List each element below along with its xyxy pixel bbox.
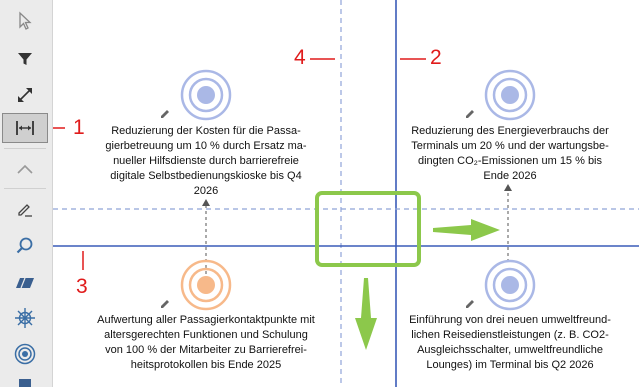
connector-right-arrowhead: [504, 184, 512, 191]
node-text-line: digitale Selbstbedienungskioske bis Q4: [110, 170, 302, 182]
left-toolbar: [0, 0, 53, 387]
node-top-right[interactable]: Reduzierung des Energieverbrauchs der Te…: [385, 124, 635, 184]
toolbar-divider: [4, 148, 46, 149]
pencil-icon: [161, 300, 169, 308]
node-text-line: Ausgleichsschalter, umweltfreundliche: [417, 344, 603, 356]
target-icon[interactable]: [2, 339, 48, 369]
callout-number-3: 3: [76, 275, 88, 298]
pencil-icon: [466, 110, 474, 118]
pencil-line-icon[interactable]: [2, 194, 48, 224]
node-text-line: Aufwertung aller Passagierkontaktpunkte …: [97, 314, 315, 326]
highlight-box: [315, 191, 421, 267]
node-text-line: von 100 % der Mitarbeiter zu Barrierefre…: [105, 344, 307, 356]
node-text-line: 2026: [193, 185, 219, 197]
highlight-arrow-down: [355, 278, 377, 350]
distribute-horizontal-icon[interactable]: [2, 113, 48, 143]
diagram-canvas[interactable]: 1 2 3 4 Reduzierung der Kosten für die P…: [53, 0, 639, 387]
callout-number-2: 2: [430, 46, 442, 69]
node-text-line: Terminals um 20 % und der wartungsbe-: [411, 140, 609, 152]
magnifier-icon[interactable]: [2, 231, 48, 261]
pencil-icon: [161, 110, 169, 118]
target-top-left: [180, 69, 232, 121]
diagonal-arrows-icon[interactable]: [2, 80, 48, 110]
document-icon[interactable]: [2, 375, 48, 387]
chevron-up-icon[interactable]: [2, 154, 48, 184]
node-text-line: nueller Hilfsdienste durch barrierefreie: [113, 155, 299, 167]
node-text-line: altersgerechten Funktionen und Schulung: [104, 329, 308, 341]
node-text-line: lichen Reisedienstleistungen (z. B. CO2-: [411, 329, 609, 341]
node-text-line: dingten CO₂-Emissionen um 15 % bis: [417, 155, 603, 167]
node-bottom-right[interactable]: Einführung von drei neuen umweltfreund- …: [389, 313, 631, 373]
cursor-arrow-icon[interactable]: [2, 6, 48, 36]
node-text-line: heitsprotokollen bis Ende 2025: [130, 359, 282, 371]
funnel-icon[interactable]: [2, 44, 48, 74]
pencil-icon: [466, 300, 474, 308]
toolbar-divider: [4, 188, 46, 189]
node-top-left[interactable]: Reduzierung der Kosten für die Passa- gi…: [81, 124, 331, 199]
node-bottom-left[interactable]: Aufwertung aller Passagierkontaktpunkte …: [75, 313, 337, 373]
connector-left-arrowhead: [202, 199, 210, 206]
target-bottom-left: [180, 259, 232, 311]
node-text-line: Lounges) im Terminal bis Q2 2026: [426, 359, 594, 371]
node-text-line: Reduzierung der Kosten für die Passa-: [111, 125, 301, 137]
node-text-line: Ende 2026: [483, 170, 537, 182]
callout-number-4: 4: [294, 46, 306, 69]
target-top-right: [484, 69, 536, 121]
node-text-line: gierbetreuung um 10 % durch Ersatz ma-: [105, 140, 307, 152]
highlight-arrow-right: [433, 219, 500, 241]
node-text-line: Reduzierung des Energieverbrauchs der: [411, 125, 609, 137]
parallelogram-icon[interactable]: [2, 268, 48, 298]
node-text-line: Einführung von drei neuen umweltfreund-: [409, 314, 611, 326]
target-bottom-right: [484, 259, 536, 311]
ship-wheel-icon[interactable]: [2, 303, 48, 333]
